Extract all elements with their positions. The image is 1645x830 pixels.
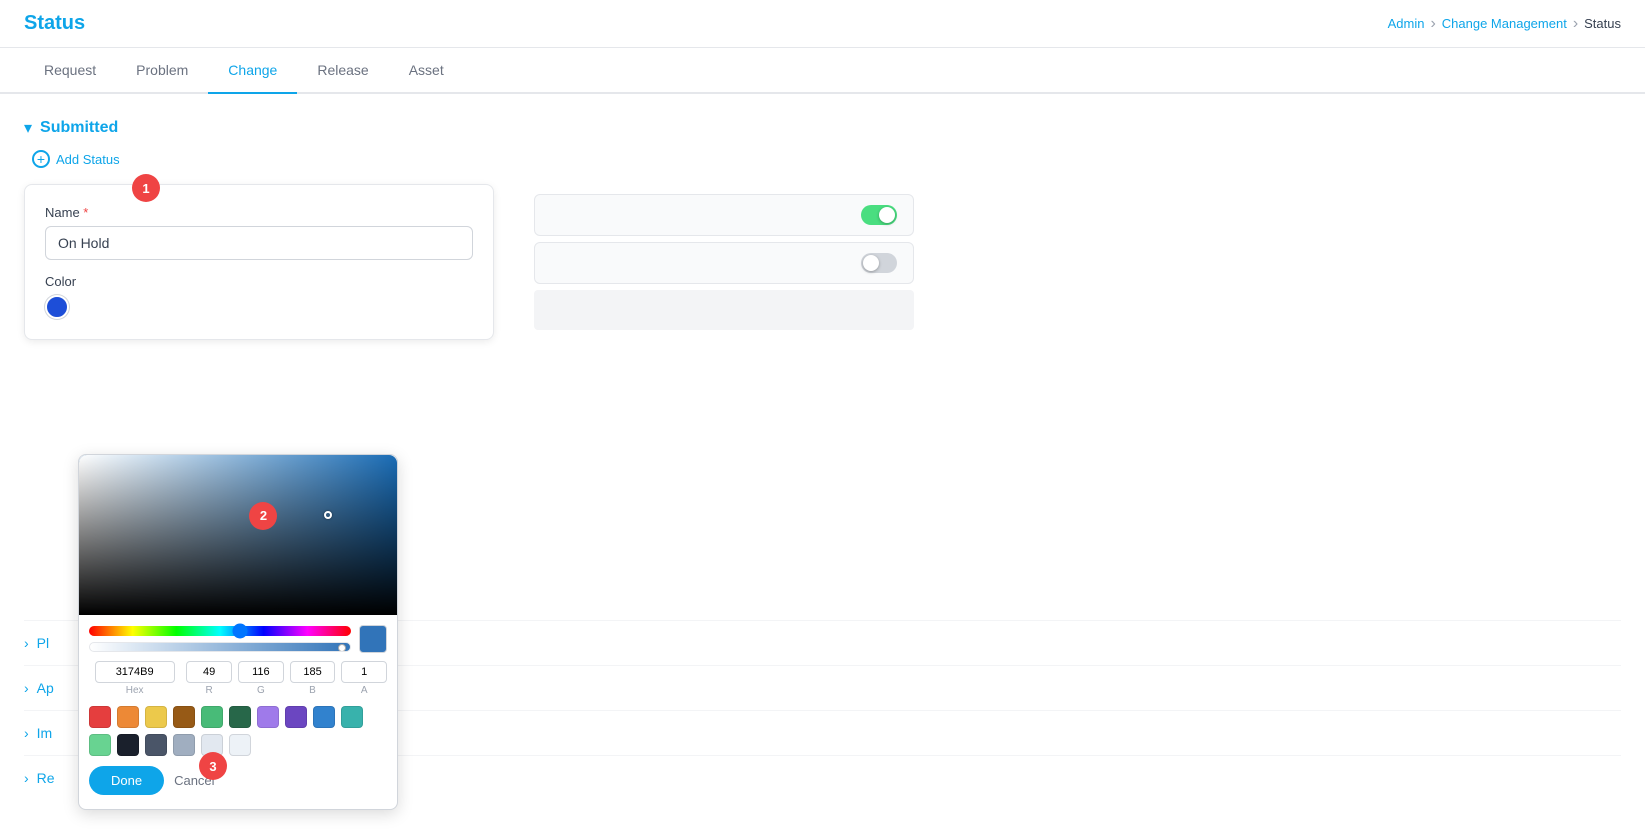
ap-label: Ap [37,680,54,696]
toggle-2[interactable] [861,253,897,273]
breadcrumb-admin[interactable]: Admin [1388,16,1425,31]
toggle-1[interactable] [861,205,897,225]
submitted-section-header[interactable]: ▾ Submitted [24,118,1621,138]
preset-red[interactable] [89,706,111,728]
preset-light-green[interactable] [89,734,111,756]
step-2-badge: 2 [249,502,277,530]
color-picker-popup: 2 Hex R G [78,454,398,810]
preset-purple[interactable] [257,706,279,728]
breadcrumb-change-management[interactable]: Change Management [1442,16,1567,31]
r-input[interactable] [186,661,232,683]
tab-release[interactable]: Release [297,48,388,94]
re-label: Re [37,770,55,786]
preset-orange[interactable] [117,706,139,728]
hex-input-group: Hex [89,661,180,696]
add-status-button[interactable]: + Add Status [32,150,1621,168]
preset-yellow[interactable] [145,706,167,728]
preset-dark-gray[interactable] [145,734,167,756]
status-row-3 [534,290,914,330]
breadcrumb-sep-2: › [1573,15,1578,33]
tabs-nav: Request Problem Change Release Asset [0,48,1645,94]
name-input[interactable] [45,226,473,260]
chevron-right-icon-pi: › [24,635,29,651]
a-label: A [361,685,368,696]
b-input[interactable] [290,661,336,683]
sliders-row [79,615,397,653]
color-inputs-row: Hex R G B A [79,653,397,696]
preset-teal[interactable] [341,706,363,728]
hex-input[interactable] [95,661,175,683]
picker-cursor-small [324,511,332,519]
submitted-title: Submitted [40,119,118,137]
chevron-right-icon-ap: › [24,680,29,696]
color-label: Color [45,274,473,289]
step-3-badge: 3 [199,752,227,780]
tab-request[interactable]: Request [24,48,116,94]
toggle-knob-1 [879,207,895,223]
r-label: R [206,685,213,696]
im-label: Im [37,725,53,741]
step-1-badge: 1 [132,174,160,202]
status-row-2 [534,242,914,284]
tab-asset[interactable]: Asset [389,48,464,94]
preset-brown[interactable] [173,706,195,728]
name-label: Name * [45,205,473,220]
tab-change[interactable]: Change [208,48,297,94]
color-swatch[interactable] [45,295,69,319]
chevron-right-icon-im: › [24,725,29,741]
done-button[interactable]: Done [89,766,164,795]
a-input[interactable] [341,661,387,683]
preset-gray[interactable] [173,734,195,756]
plus-circle-icon: + [32,150,50,168]
preset-dark-purple[interactable] [285,706,307,728]
status-form-card: Name * Color [24,184,494,340]
main-content: ▾ Submitted + Add Status 1 Name * Color [0,94,1645,824]
chevron-down-icon: ▾ [24,118,32,138]
g-input[interactable] [238,661,284,683]
pi-label: Pl [37,635,49,651]
a-input-group: A [341,661,387,696]
breadcrumb-sep-1: › [1430,15,1435,33]
tab-problem[interactable]: Problem [116,48,208,94]
color-preview [359,625,387,653]
header: Status Admin › Change Management › Statu… [0,0,1645,48]
breadcrumb: Admin › Change Management › Status [1388,15,1621,33]
r-input-group: R [186,661,232,696]
b-label: B [309,685,316,696]
picker-actions: Done Cancel 3 [79,756,397,795]
preset-green[interactable] [201,706,223,728]
preset-dark-green[interactable] [229,706,251,728]
toggle-knob-2 [863,255,879,271]
b-input-group: B [290,661,336,696]
hue-slider[interactable] [89,626,351,636]
breadcrumb-current: Status [1584,16,1621,31]
chevron-right-icon-re: › [24,770,29,786]
submitted-section: ▾ Submitted + Add Status 1 Name * Color [24,118,1621,340]
preset-black[interactable] [117,734,139,756]
preset-colors-grid [79,696,397,756]
required-asterisk: * [80,205,89,220]
g-input-group: G [238,661,284,696]
hex-label: Hex [126,685,144,696]
add-status-label: Add Status [56,152,120,167]
status-row-1 [534,194,914,236]
alpha-slider-visual [89,642,351,652]
preset-white[interactable] [229,734,251,756]
g-label: G [257,685,265,696]
gradient-black [79,455,397,615]
page-title: Status [24,12,85,35]
color-gradient-area[interactable]: 2 [79,455,397,615]
preset-blue[interactable] [313,706,335,728]
